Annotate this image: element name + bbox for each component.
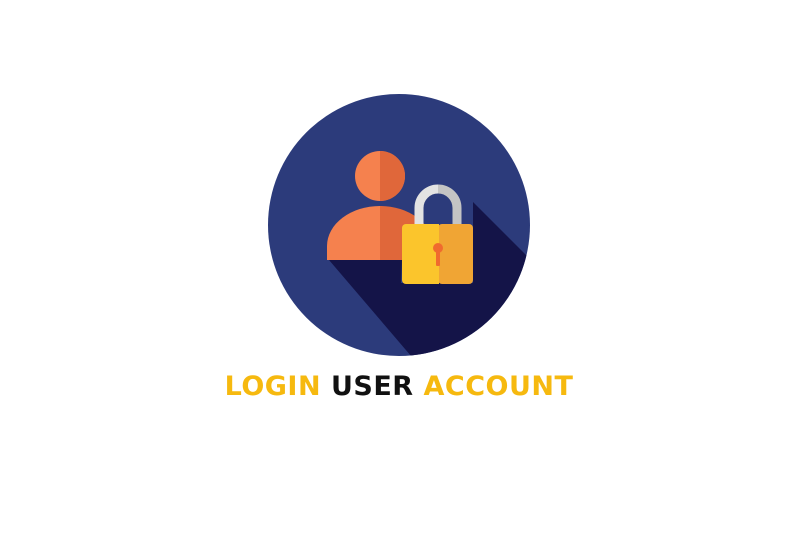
title-word-account: ACCOUNT [423,371,574,402]
padlock-body-left [402,224,439,284]
padlock-body-right [438,224,473,284]
title-word-user: USER [330,371,414,402]
user-lock-emblem [267,93,531,357]
title-word-login: LOGIN [224,371,322,402]
keyhole-slot [436,250,440,266]
page-title: LOGIN USER ACCOUNT [0,370,798,404]
user-lock-icon [268,94,530,356]
